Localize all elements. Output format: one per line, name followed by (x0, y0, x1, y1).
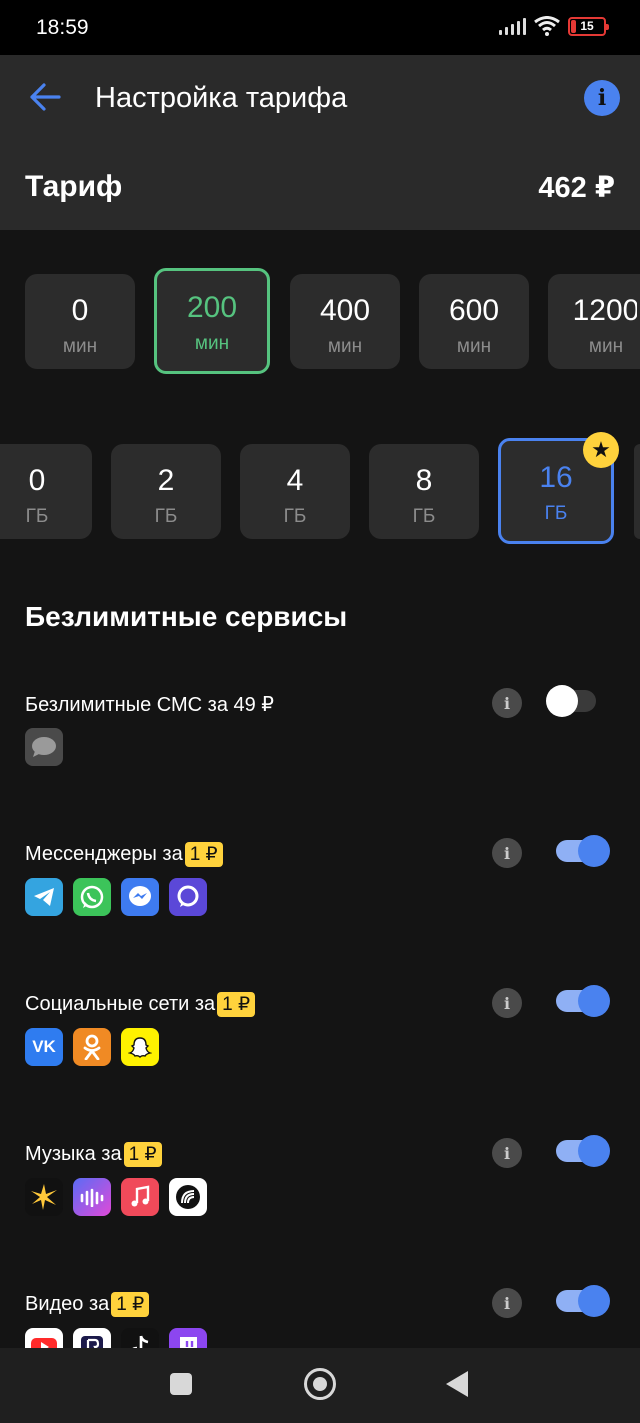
section-title: Безлимитные сервисы (25, 601, 348, 632)
status-bar: 18:59 15 (0, 0, 640, 55)
messenger-icon (121, 878, 159, 916)
status-time: 18:59 (36, 16, 89, 39)
system-nav-bar (0, 1348, 640, 1423)
service-social: Социальные сети за 1 ₽ i VK (0, 985, 640, 1112)
service-apps (25, 728, 63, 766)
battery-level: 15 (580, 19, 594, 33)
vk-icon: VK (25, 1028, 63, 1066)
snapchat-icon (121, 1028, 159, 1066)
service-messengers: Мессенджеры за 1 ₽ i (0, 835, 640, 962)
back-triangle-icon[interactable] (446, 1371, 468, 1397)
service-apps (25, 1178, 207, 1216)
service-name: Музыка за 1 ₽ (25, 1142, 162, 1167)
minutes-option-200-selected[interactable]: 200 мин (154, 268, 270, 374)
service-apps: VK (25, 1028, 159, 1066)
service-toggle[interactable] (556, 835, 610, 867)
info-icon[interactable]: i (584, 80, 620, 116)
minutes-option-1200[interactable]: 1200 мин (548, 274, 640, 369)
service-toggle[interactable] (546, 685, 596, 717)
service-toggle[interactable] (556, 1135, 610, 1167)
service-sms: Безлимитные СМС за 49 ₽ i (0, 685, 640, 812)
recent-apps-icon[interactable] (170, 1373, 192, 1395)
service-toggle[interactable] (556, 1285, 610, 1317)
service-name: Видео за 1 ₽ (25, 1292, 150, 1317)
page-title: Настройка тарифа (95, 82, 348, 114)
service-name: Социальные сети за 1 ₽ (25, 992, 256, 1017)
info-icon[interactable]: i (492, 688, 522, 718)
data-option-2[interactable]: 2 ГБ (111, 444, 221, 539)
minutes-option-0[interactable]: 0 мин (25, 274, 135, 369)
data-option-8[interactable]: 8 ГБ (369, 444, 479, 539)
sms-icon (25, 728, 63, 766)
odnoklassniki-icon (73, 1028, 111, 1066)
price-badge: 1 ₽ (111, 1292, 150, 1317)
yandex-music-icon (169, 1178, 207, 1216)
tariff-label: Тариф (25, 170, 123, 203)
service-name: Безлимитные СМС за 49 ₽ (25, 694, 275, 716)
info-icon[interactable]: i (492, 1138, 522, 1168)
price-badge: 1 ₽ (184, 842, 223, 867)
home-icon[interactable] (304, 1368, 336, 1400)
service-music: Музыка за 1 ₽ i (0, 1135, 640, 1262)
price-badge: 1 ₽ (217, 992, 256, 1017)
minutes-option-400[interactable]: 400 мин (290, 274, 400, 369)
data-option-next[interactable] (634, 444, 640, 539)
wifi-icon (534, 16, 560, 36)
info-icon[interactable]: i (492, 838, 522, 868)
signal-icon (499, 17, 526, 35)
telegram-icon (25, 878, 63, 916)
zvuk-icon (25, 1178, 63, 1216)
service-toggle[interactable] (556, 985, 610, 1017)
minutes-option-600[interactable]: 600 мин (419, 274, 529, 369)
data-option-0[interactable]: 0 ГБ (0, 444, 92, 539)
service-apps (25, 878, 207, 916)
battery-icon: 15 (568, 16, 609, 36)
apple-music-icon (121, 1178, 159, 1216)
tariff-price: 462 ₽ (538, 172, 615, 204)
whatsapp-icon (73, 878, 111, 916)
data-option-4[interactable]: 4 ГБ (240, 444, 350, 539)
minutes-selector: 0 мин 200 мин 400 мин 600 мин 1200 мин (0, 268, 640, 378)
info-icon[interactable]: i (492, 1288, 522, 1318)
star-icon: ★ (583, 432, 619, 468)
service-name: Мессенджеры за 1 ₽ (25, 842, 223, 867)
back-arrow-icon[interactable] (28, 82, 62, 112)
viber-icon (169, 878, 207, 916)
data-selector: 0 ГБ 2 ГБ 4 ГБ 8 ГБ 16 ГБ (0, 438, 640, 548)
vk-music-icon (73, 1178, 111, 1216)
price-badge: 1 ₽ (123, 1142, 162, 1167)
status-icons: 15 (499, 16, 609, 36)
info-icon[interactable]: i (492, 988, 522, 1018)
